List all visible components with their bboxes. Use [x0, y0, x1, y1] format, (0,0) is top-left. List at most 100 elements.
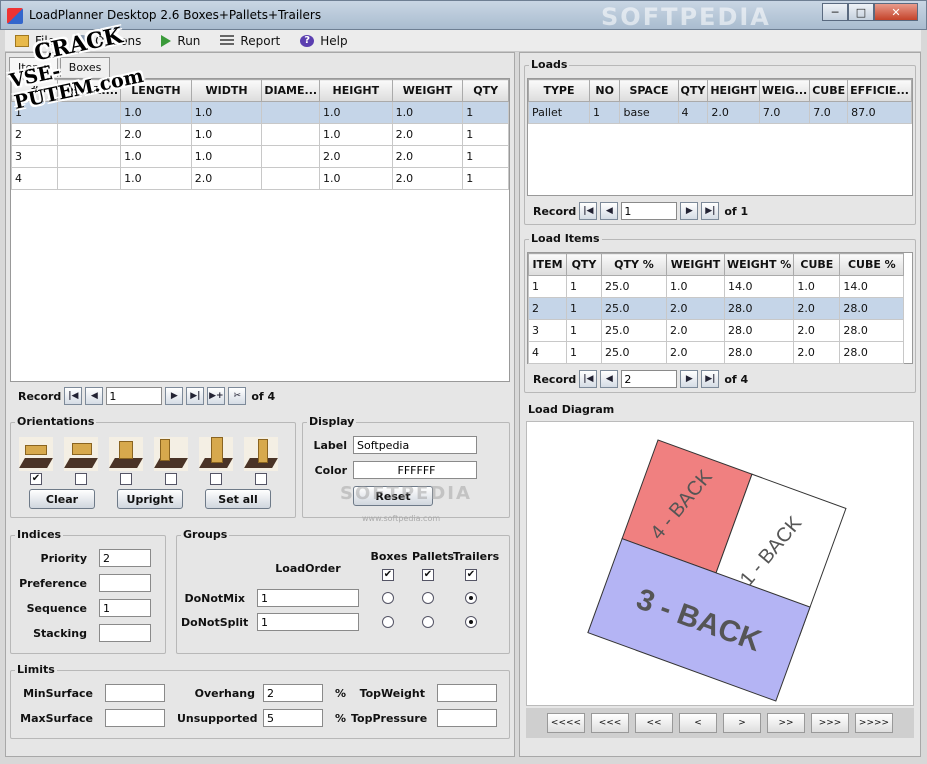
- diagram-nav-button-5[interactable]: >: [723, 713, 761, 733]
- table-row[interactable]: 3 1.0 1.0 2.0 2.0 1: [10, 145, 509, 168]
- donotsplit-boxes-radio[interactable]: [382, 616, 394, 628]
- diagram-nav-button-6[interactable]: >>: [767, 713, 805, 733]
- table-cell[interactable]: 1.0: [190, 101, 263, 124]
- table-cell[interactable]: 2.0: [666, 341, 725, 364]
- orientation-1-checkbox[interactable]: ✔: [30, 473, 42, 485]
- sequence-field[interactable]: [99, 599, 151, 617]
- table-cell[interactable]: 1: [462, 101, 509, 124]
- diagram-nav-button-8[interactable]: >>>>: [855, 713, 893, 733]
- orientation-3-checkbox[interactable]: [120, 473, 132, 485]
- table-row[interactable]: 4 1 25.0 2.0 28.0 2.0 28.0: [528, 341, 905, 364]
- table-cell[interactable]: 1.0: [793, 275, 841, 298]
- table-cell[interactable]: 28.0: [723, 319, 795, 342]
- table-cell[interactable]: 2.0: [666, 319, 725, 342]
- column-header[interactable]: NO: [588, 79, 621, 102]
- table-cell[interactable]: [261, 101, 321, 124]
- table-cell[interactable]: 1: [588, 101, 621, 124]
- preference-field[interactable]: [99, 574, 151, 592]
- table-cell[interactable]: 4: [528, 341, 567, 364]
- table-cell[interactable]: 4: [10, 167, 59, 190]
- li-first-button[interactable]: |◀: [579, 370, 598, 388]
- loads-first-button[interactable]: |◀: [579, 202, 598, 220]
- column-header[interactable]: CUBE %: [839, 253, 905, 276]
- table-cell[interactable]: 25.0: [601, 297, 667, 320]
- column-header[interactable]: DIAME...: [261, 79, 321, 102]
- table-cell[interactable]: 2: [528, 297, 567, 320]
- table-cell[interactable]: 2.0: [793, 319, 841, 342]
- donotmix-field[interactable]: [257, 589, 359, 607]
- table-cell[interactable]: 1: [528, 275, 567, 298]
- loads-last-button[interactable]: ▶|: [701, 202, 720, 220]
- donotmix-boxes-radio[interactable]: [382, 592, 394, 604]
- column-header[interactable]: WEIGHT: [391, 79, 464, 102]
- table-cell[interactable]: 1.0: [120, 101, 192, 124]
- table-cell[interactable]: [261, 123, 321, 146]
- table-row[interactable]: Pallet 1 base 4 2.0 7.0 7.0 87.0: [528, 101, 912, 124]
- column-header[interactable]: WEIG...: [758, 79, 811, 102]
- table-cell[interactable]: 7.0: [758, 101, 811, 124]
- column-header[interactable]: ITEM: [528, 253, 567, 276]
- donotmix-trailers-radio[interactable]: [465, 592, 477, 604]
- table-cell[interactable]: 28.0: [839, 341, 905, 364]
- table-cell[interactable]: 2.0: [391, 123, 464, 146]
- loads-next-button[interactable]: ▶: [680, 202, 699, 220]
- prev-record-button[interactable]: ◀: [85, 387, 104, 405]
- table-cell[interactable]: 25.0: [601, 341, 667, 364]
- orientation-2-checkbox[interactable]: [75, 473, 87, 485]
- unsupported-field[interactable]: [263, 709, 323, 727]
- table-cell[interactable]: [261, 167, 321, 190]
- table-cell[interactable]: [57, 123, 122, 146]
- table-cell[interactable]: 1.0: [319, 167, 393, 190]
- diagram-nav-button-3[interactable]: <<: [635, 713, 673, 733]
- table-cell[interactable]: 87.0: [847, 101, 912, 124]
- menu-help[interactable]: ? Help: [300, 34, 348, 48]
- table-cell[interactable]: 25.0: [601, 275, 667, 298]
- table-cell[interactable]: 2.0: [793, 341, 841, 364]
- table-cell[interactable]: 3: [10, 145, 59, 168]
- loadorder-pallets-checkbox[interactable]: ✔: [422, 569, 434, 581]
- table-cell[interactable]: 1: [462, 123, 509, 146]
- li-prev-button[interactable]: ◀: [600, 370, 619, 388]
- table-cell[interactable]: 1.0: [120, 167, 192, 190]
- table-cell[interactable]: 14.0: [839, 275, 905, 298]
- table-cell[interactable]: 2.0: [190, 167, 263, 190]
- loadorder-trailers-checkbox[interactable]: ✔: [465, 569, 477, 581]
- table-row[interactable]: 3 1 25.0 2.0 28.0 2.0 28.0: [528, 319, 905, 342]
- table-cell[interactable]: 2.0: [319, 145, 393, 168]
- menu-report[interactable]: Report: [220, 34, 280, 48]
- table-cell[interactable]: Pallet: [528, 101, 590, 124]
- priority-field[interactable]: [99, 549, 151, 567]
- diagram-nav-button-4[interactable]: <: [679, 713, 717, 733]
- close-button[interactable]: ✕: [874, 3, 918, 21]
- table-cell[interactable]: 3: [528, 319, 567, 342]
- column-header[interactable]: WEIGHT: [666, 253, 725, 276]
- table-cell[interactable]: 2.0: [391, 145, 464, 168]
- table-cell[interactable]: 28.0: [723, 297, 795, 320]
- diagram-nav-button-2[interactable]: <<<: [591, 713, 629, 733]
- orientation-6-checkbox[interactable]: [255, 473, 267, 485]
- table-cell[interactable]: 1.0: [319, 101, 393, 124]
- first-record-button[interactable]: |◀: [64, 387, 83, 405]
- table-cell[interactable]: 14.0: [723, 275, 795, 298]
- topweight-field[interactable]: [437, 684, 497, 702]
- column-header[interactable]: QTY %: [601, 253, 667, 276]
- table-cell[interactable]: 2.0: [666, 297, 725, 320]
- table-row[interactable]: 2 2.0 1.0 1.0 2.0 1: [10, 123, 509, 146]
- table-cell[interactable]: 28.0: [839, 297, 905, 320]
- table-cell[interactable]: 28.0: [723, 341, 795, 364]
- table-cell[interactable]: 1.0: [666, 275, 725, 298]
- color-field[interactable]: [353, 461, 477, 479]
- table-cell[interactable]: 1.0: [391, 101, 464, 124]
- column-header[interactable]: HEIGHT: [319, 79, 393, 102]
- loadorder-boxes-checkbox[interactable]: ✔: [382, 569, 394, 581]
- column-header[interactable]: QTY: [677, 79, 709, 102]
- minimize-button[interactable]: ─: [822, 3, 848, 21]
- table-cell[interactable]: 2.0: [120, 123, 192, 146]
- table-cell[interactable]: 1: [566, 319, 602, 342]
- set-all-button[interactable]: Set all: [205, 489, 271, 509]
- table-cell[interactable]: 2.0: [707, 101, 760, 124]
- column-header[interactable]: CUBE: [793, 253, 841, 276]
- diagram-nav-button-7[interactable]: >>>: [811, 713, 849, 733]
- add-record-button[interactable]: ▶+: [207, 387, 226, 405]
- donotsplit-trailers-radio[interactable]: [465, 616, 477, 628]
